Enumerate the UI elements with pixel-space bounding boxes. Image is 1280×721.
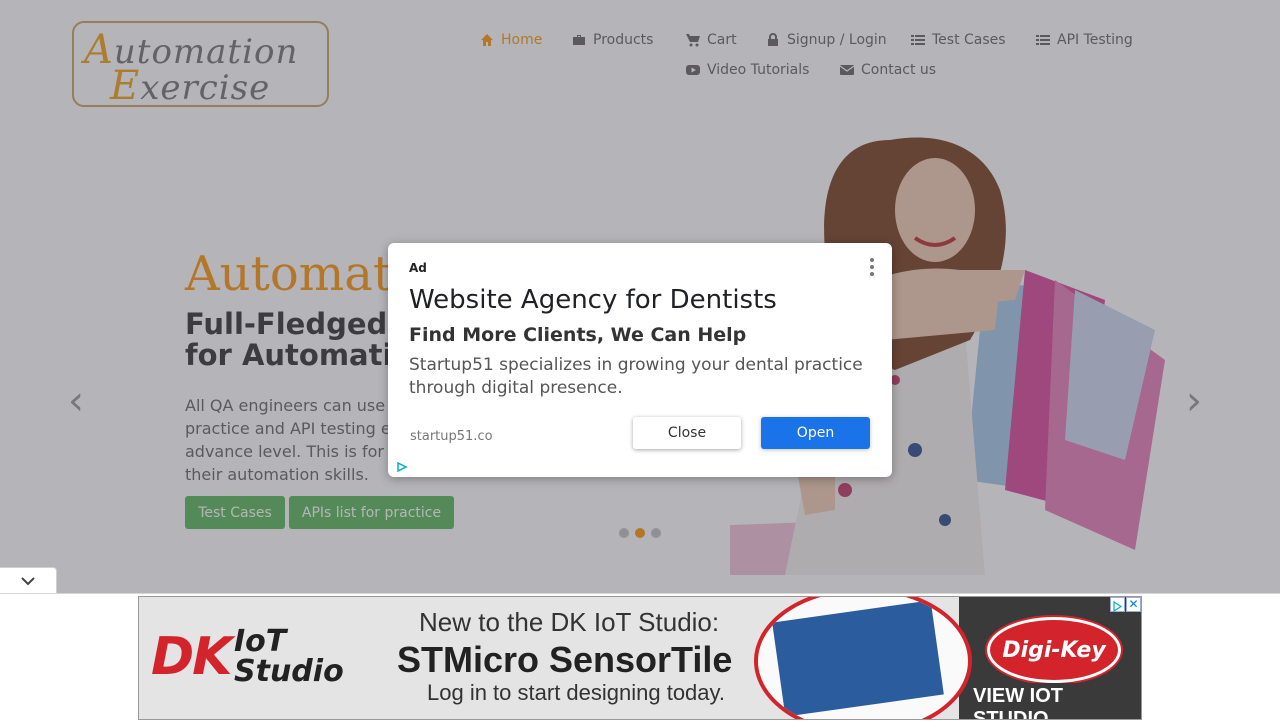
- ad-info-icon[interactable]: [1110, 597, 1125, 613]
- dk-iot-banner-ad[interactable]: DK IoT Studio New to the DK IoT Studio: …: [138, 596, 1142, 720]
- digikey-logo: Digi-Key: [987, 617, 1121, 683]
- ad-body-text: Startup51 specializes in growing your de…: [409, 355, 863, 398]
- view-iot-studio-cta[interactable]: VIEW IOT STUDIO: [969, 683, 1141, 719]
- collapse-ad-toggle[interactable]: [0, 567, 57, 593]
- dk-logo: DK: [151, 627, 232, 687]
- banner-close-icon[interactable]: ✕: [1126, 597, 1141, 612]
- adchoices-icon[interactable]: [397, 462, 407, 472]
- ad-label: Ad: [409, 261, 427, 275]
- ad-close-button[interactable]: Close: [633, 417, 741, 449]
- more-options-icon[interactable]: [868, 258, 876, 279]
- circuit-board-image: [754, 597, 972, 719]
- iot-studio-logo: IoT Studio: [234, 624, 344, 689]
- banner-line-2: STMicro SensorTile: [397, 639, 733, 680]
- page: Automation Exercise Home Products Cart S…: [0, 0, 1280, 721]
- ad-subheadline: Find More Clients, We Can Help: [409, 324, 747, 346]
- banner-line-1: New to the DK IoT Studio:: [419, 607, 720, 637]
- ad-dialog: Ad Website Agency for Dentists Find More…: [388, 243, 892, 477]
- ad-open-button[interactable]: Open: [761, 417, 870, 449]
- chevron-down-icon: [21, 577, 35, 586]
- ad-domain[interactable]: startup51.co: [410, 429, 493, 444]
- banner-line-3: Log in to start designing today.: [427, 680, 726, 705]
- ad-headline[interactable]: Website Agency for Dentists: [409, 285, 777, 315]
